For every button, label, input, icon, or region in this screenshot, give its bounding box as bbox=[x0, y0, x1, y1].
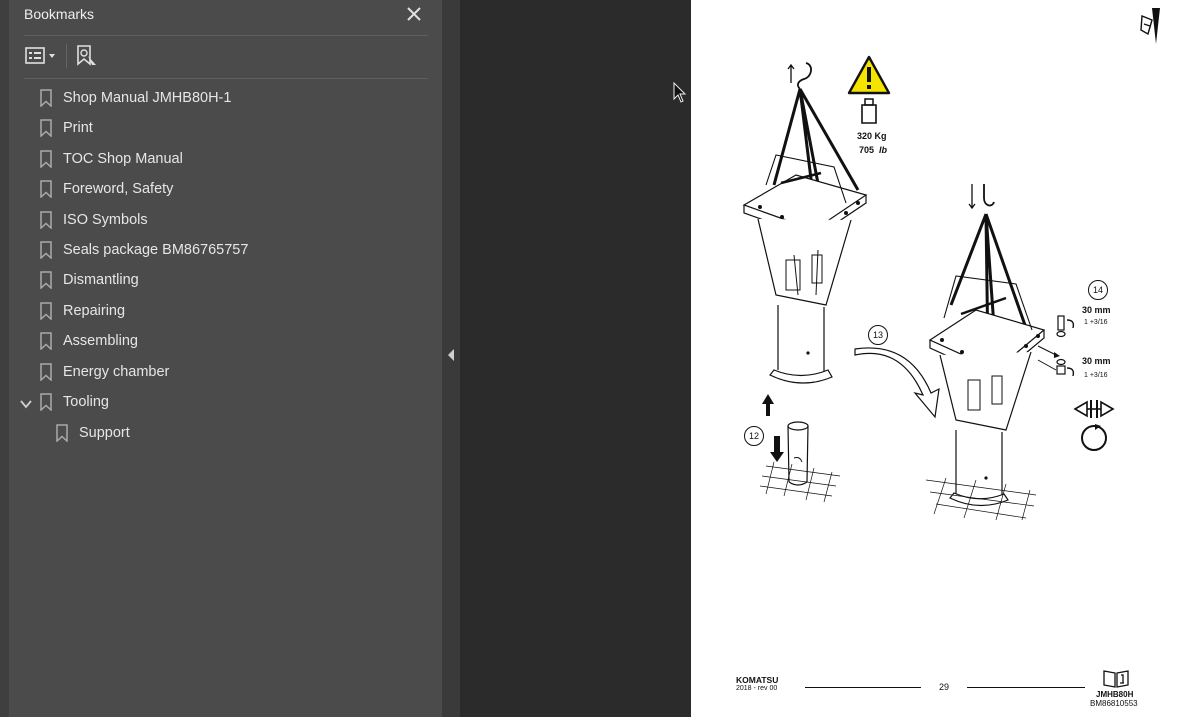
bookmark-item[interactable]: Seals package BM86765757 bbox=[38, 236, 418, 264]
torque-turn-1: 1 +3/16 bbox=[1084, 319, 1108, 326]
weight-icon bbox=[861, 98, 877, 124]
bookmark-icon bbox=[40, 241, 52, 259]
step-14-marker: 14 bbox=[1088, 280, 1108, 300]
bookmark-icon bbox=[40, 302, 52, 320]
footer-rule bbox=[967, 687, 1085, 688]
manual-logo-icon bbox=[1140, 8, 1160, 44]
bookmark-label: Dismantling bbox=[63, 272, 139, 288]
step-13-marker: 13 bbox=[868, 325, 888, 345]
bookmark-label: Seals package BM86765757 bbox=[63, 242, 249, 258]
toolbar-separator bbox=[66, 44, 67, 68]
footer-doc-code: BM86810553 bbox=[1090, 699, 1138, 708]
bookmark-item[interactable]: Dismantling bbox=[38, 266, 418, 294]
bookmark-label: Print bbox=[63, 120, 93, 136]
bookmark-icon bbox=[40, 150, 52, 168]
panel-edge bbox=[0, 0, 9, 717]
bookmark-icon bbox=[40, 89, 52, 107]
footer-brand: KOMATSU bbox=[736, 675, 779, 685]
book-icon bbox=[1103, 670, 1129, 688]
document-page: 320 Kg 705 lb 12 13 14 30 mm 1 +3/16 30 … bbox=[691, 0, 1200, 717]
nut-icon bbox=[1056, 358, 1075, 377]
mouse-cursor-icon bbox=[673, 82, 687, 103]
bookmark-label: Support bbox=[79, 425, 130, 441]
warning-icon bbox=[847, 55, 891, 95]
find-current-bookmark-icon[interactable] bbox=[74, 44, 98, 68]
bookmark-icon bbox=[40, 271, 52, 289]
bookmark-icon bbox=[40, 393, 52, 411]
bookmark-icon bbox=[40, 211, 52, 229]
bolt-icon bbox=[1056, 315, 1075, 338]
bookmark-label: Foreword, Safety bbox=[63, 181, 174, 197]
bookmark-label: Tooling bbox=[63, 394, 109, 410]
bookmark-item[interactable]: Print bbox=[38, 114, 418, 142]
bookmark-item-support[interactable]: Support bbox=[54, 419, 418, 447]
torque-turn-2: 1 +3/16 bbox=[1084, 372, 1108, 379]
bookmark-icon bbox=[40, 363, 52, 381]
torque-size-1: 30 mm bbox=[1082, 305, 1111, 315]
divider bbox=[24, 78, 428, 79]
close-icon[interactable] bbox=[404, 4, 424, 24]
torque-size-2: 30 mm bbox=[1082, 356, 1111, 366]
bookmark-item[interactable]: Shop Manual JMHB80H-1 bbox=[38, 84, 418, 112]
bookmark-item[interactable]: Repairing bbox=[38, 297, 418, 325]
bookmark-icon bbox=[56, 424, 68, 442]
bookmarks-panel: Bookmarks Shop Manual JMHB80H-1 Print TO… bbox=[0, 0, 442, 717]
divider bbox=[24, 35, 428, 36]
bookmark-item[interactable]: ISO Symbols bbox=[38, 206, 418, 234]
bookmark-options-icon[interactable] bbox=[24, 44, 60, 68]
bookmark-label: Shop Manual JMHB80H-1 bbox=[63, 90, 232, 106]
footer-rule bbox=[805, 687, 921, 688]
weight-lb: 705 lb bbox=[859, 145, 888, 155]
document-background bbox=[460, 0, 691, 717]
bookmark-item[interactable]: Assembling bbox=[38, 327, 418, 355]
collapse-panel-icon[interactable] bbox=[447, 348, 455, 362]
hammer-install-illustration bbox=[926, 184, 1060, 521]
weight-kg: 320 Kg bbox=[857, 131, 887, 141]
bookmark-label: TOC Shop Manual bbox=[63, 151, 183, 167]
page-number: 29 bbox=[939, 682, 950, 692]
panel-title: Bookmarks bbox=[24, 6, 95, 22]
bookmark-icon bbox=[40, 119, 52, 137]
bookmark-item[interactable]: Energy chamber bbox=[38, 358, 418, 386]
tool-removal-illustration bbox=[759, 394, 841, 503]
bookmark-item[interactable]: TOC Shop Manual bbox=[38, 145, 418, 173]
bookmark-label: Energy chamber bbox=[63, 364, 170, 380]
bookmark-icon bbox=[40, 332, 52, 350]
chevron-down-icon[interactable] bbox=[18, 397, 34, 411]
bookmark-item[interactable]: Foreword, Safety bbox=[38, 175, 418, 203]
footer-year-rev: 2018 - rev 00 bbox=[736, 685, 778, 692]
bookmark-label: Repairing bbox=[63, 303, 126, 319]
bookmark-label: Assembling bbox=[63, 333, 138, 349]
bookmark-item-tooling[interactable]: Tooling bbox=[38, 388, 418, 416]
bookmark-label: ISO Symbols bbox=[63, 212, 148, 228]
bookmark-icon bbox=[40, 180, 52, 198]
footer-model: JMHB80H bbox=[1096, 690, 1134, 699]
torque-rotate-icon bbox=[1073, 400, 1115, 451]
